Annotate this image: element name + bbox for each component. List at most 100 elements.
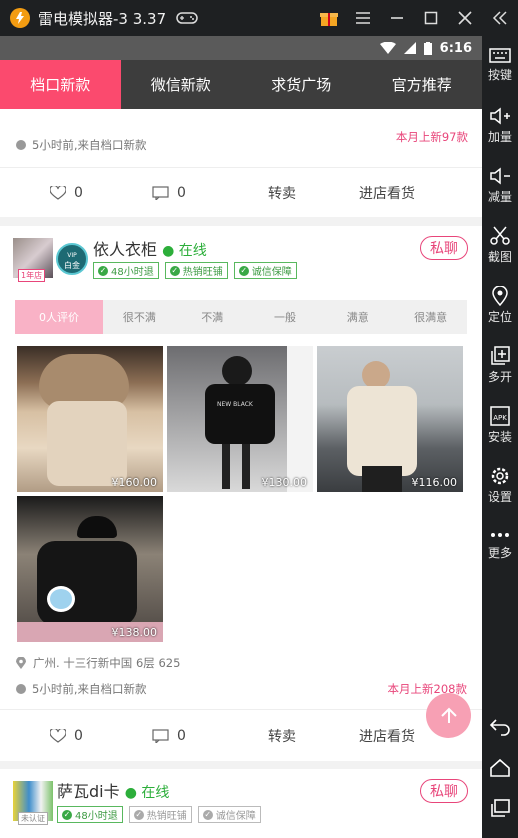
sidebar-label: 按键 (487, 68, 512, 82)
rating-neutral[interactable]: 一般 (249, 300, 322, 334)
gear-icon (491, 467, 509, 485)
comment-icon (152, 728, 169, 743)
level-label: 白金 (64, 261, 80, 270)
vip-level-badge: VIP 白金 (56, 243, 88, 275)
post-meta: 5小时前,来自档口新款 (16, 137, 146, 153)
clock-icon (16, 140, 26, 150)
tab-official-picks[interactable]: 官方推荐 (362, 60, 483, 109)
shop-badges: ✓ 48小时退 ✓ 热销旺铺 ✓ 诚信保障 (93, 262, 297, 279)
comment-button[interactable]: 0 (152, 728, 186, 744)
shop-age-tag: 1年店 (18, 269, 46, 282)
clock-icon (16, 684, 26, 694)
more-dots-icon (491, 533, 509, 537)
shop-location-row: 广州. 十三行新中国 6层 625 (16, 655, 180, 671)
tab-wanted-square[interactable]: 求货广场 (241, 60, 362, 109)
sidebar-label: 加量 (487, 130, 512, 144)
visit-shop-button[interactable]: 进店看货 (359, 183, 415, 203)
menu-icon[interactable] (346, 0, 380, 36)
rating-very-satisfied[interactable]: 很满意 (394, 300, 467, 334)
badge-48h-return: ✓ 48小时退 (57, 806, 123, 823)
location-pin-icon (492, 286, 508, 306)
apk-install-icon: APK (490, 406, 510, 426)
minimize-icon[interactable] (380, 0, 414, 36)
app-screen: 档口新款 微信新款 求货广场 官方推荐 5小时前,来自档口新款 本月上新97款 … (0, 60, 482, 838)
post-card: 未认证 萨瓦di卡 ● 在线 ✓ 48小时退 ✓ 热销旺铺 ✓ 诚信保障 私聊 (0, 769, 482, 838)
sidebar-label: 安装 (487, 430, 512, 444)
badge-credit-guarantee: ✓ 诚信保障 (233, 262, 297, 279)
check-icon: ✓ (238, 265, 249, 276)
resell-button[interactable]: 转卖 (268, 183, 296, 203)
clock: 6:16 (439, 40, 472, 56)
back-button[interactable] (482, 716, 518, 738)
gift-icon[interactable] (312, 0, 346, 36)
product-price: ¥160.00 (111, 476, 158, 489)
check-icon: ✓ (62, 809, 72, 820)
rating-count[interactable]: 0人评价 (15, 300, 103, 334)
badge-credit-guarantee: ✓ 诚信保障 (197, 806, 261, 823)
like-button[interactable]: 0 (50, 728, 83, 744)
rating-satisfied[interactable]: 满意 (321, 300, 394, 334)
heart-icon (50, 185, 66, 200)
post-actions: 0 0 转卖 进店看货 (0, 709, 482, 761)
home-button[interactable] (482, 758, 518, 780)
sidebar-item-volume-up[interactable]: 加量 (482, 106, 518, 145)
online-status: ● 在线 (162, 243, 207, 259)
rating-bar: 0人评价 很不满 不满 一般 满意 很满意 (15, 300, 467, 334)
sidebar-label: 减量 (487, 190, 512, 204)
scissors-icon (490, 226, 510, 245)
product-photo[interactable]: ¥160.00 (17, 346, 163, 492)
home-icon (490, 758, 510, 777)
volume-down-icon (490, 167, 510, 185)
product-price: ¥116.00 (411, 476, 458, 489)
sidebar-label: 定位 (487, 310, 512, 324)
like-button[interactable]: 0 (50, 185, 83, 201)
scroll-to-top-button[interactable] (426, 693, 471, 738)
keyboard-icon (489, 48, 511, 63)
shop-name[interactable]: 萨瓦di卡 (57, 782, 120, 801)
back-icon (489, 719, 510, 736)
product-price: ¥130.00 (261, 476, 308, 489)
product-photo[interactable]: ¥116.00 (317, 346, 463, 492)
product-photo[interactable]: ¥138.00 (17, 496, 163, 642)
photo-caption: NEW BLACK (217, 401, 253, 408)
sidebar-item-more[interactable]: 更多 (482, 528, 518, 561)
product-price: ¥138.00 (111, 626, 158, 639)
check-icon: ✓ (133, 809, 144, 820)
rating-very-unsatisfied[interactable]: 很不满 (103, 300, 176, 334)
sidebar-item-keys[interactable]: 按键 (482, 46, 518, 83)
sidebar-item-install[interactable]: APK 安装 (482, 406, 518, 445)
recent-apps-button[interactable] (482, 798, 518, 820)
post-card: 5小时前,来自档口新款 本月上新97款 0 0 转卖 进店看货 (0, 109, 482, 217)
visit-shop-button[interactable]: 进店看货 (359, 726, 415, 746)
shop-avatar[interactable]: 1年店 (13, 238, 53, 282)
tab-wechat-new[interactable]: 微信新款 (121, 60, 242, 109)
private-chat-button[interactable]: 私聊 (420, 779, 468, 803)
volume-up-icon (490, 107, 510, 125)
badge-hot-shop: ✓ 热销旺铺 (164, 262, 228, 279)
heart-icon (50, 728, 66, 743)
product-photo[interactable]: NEW BLACK ¥130.00 (167, 346, 313, 492)
location-pin-icon (16, 657, 26, 669)
post-meta: 5小时前,来自档口新款 (16, 681, 146, 697)
tab-stall-new[interactable]: 档口新款 (0, 60, 121, 109)
emulator-sidebar: 按键 加量 减量 截图 定位 多开 APK 安装 设置 更多 (482, 36, 518, 838)
post-time-source: 5小时前,来自档口新款 (32, 682, 147, 696)
sidebar-item-settings[interactable]: 设置 (482, 466, 518, 505)
post-card: 1年店 VIP 白金 依人衣柜 ● 在线 ✓ 48小时退 ✓ 热销旺铺 ✓ 诚信保障 … (0, 226, 482, 759)
sidebar-item-screenshot[interactable]: 截图 (482, 226, 518, 265)
rating-unsatisfied[interactable]: 不满 (176, 300, 249, 334)
resell-button[interactable]: 转卖 (268, 726, 296, 746)
comment-button[interactable]: 0 (152, 185, 186, 201)
sidebar-item-location[interactable]: 定位 (482, 286, 518, 325)
gamepad-icon[interactable] (176, 11, 198, 25)
sidebar-item-volume-down[interactable]: 减量 (482, 166, 518, 205)
shop-avatar[interactable]: 未认证 (13, 781, 53, 825)
private-chat-button[interactable]: 私聊 (420, 236, 468, 260)
close-icon[interactable] (448, 0, 482, 36)
shop-name[interactable]: 依人衣柜 (93, 240, 157, 259)
window-title: 雷电模拟器-3 3.37 (38, 9, 167, 28)
sidebar-item-multi[interactable]: 多开 (482, 346, 518, 385)
battery-icon (423, 41, 432, 55)
maximize-icon[interactable] (414, 0, 448, 36)
collapse-sidebar-icon[interactable] (482, 0, 518, 36)
